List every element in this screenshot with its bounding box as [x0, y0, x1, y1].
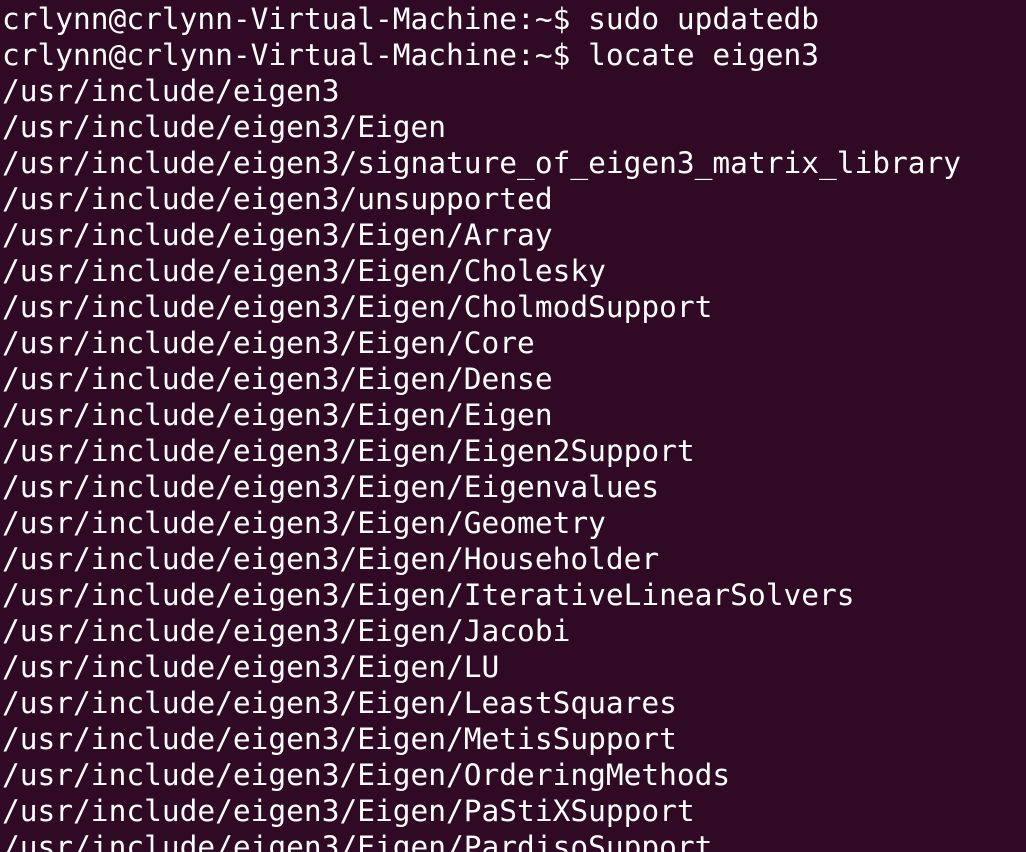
output-line: /usr/include/eigen3/Eigen — [2, 110, 447, 144]
output-line: /usr/include/eigen3/Eigen/Array — [2, 218, 553, 252]
output-line: /usr/include/eigen3/Eigen/LU — [2, 650, 500, 684]
shell-prompt: crlynn@crlynn-Virtual-Machine:~$ — [2, 38, 589, 72]
output-line: /usr/include/eigen3 — [2, 74, 340, 108]
output-line: /usr/include/eigen3/Eigen/Householder — [2, 542, 660, 576]
output-line: /usr/include/eigen3/Eigen/Core — [2, 326, 535, 360]
terminal-window[interactable]: crlynn@crlynn-Virtual-Machine:~$ sudo up… — [0, 0, 1026, 852]
output-line: /usr/include/eigen3/Eigen/Dense — [2, 362, 553, 396]
output-line: /usr/include/eigen3/Eigen/CholmodSupport — [2, 290, 713, 324]
output-line: /usr/include/eigen3/unsupported — [2, 182, 553, 216]
output-line: /usr/include/eigen3/Eigen/OrderingMethod… — [2, 758, 731, 792]
output-line: /usr/include/eigen3/Eigen/Eigen — [2, 398, 553, 432]
output-line: /usr/include/eigen3/Eigen/MetisSupport — [2, 722, 677, 756]
output-line: /usr/include/eigen3/Eigen/LeastSquares — [2, 686, 677, 720]
output-line: /usr/include/eigen3/Eigen/Cholesky — [2, 254, 606, 288]
output-line: /usr/include/eigen3/Eigen/IterativeLinea… — [2, 578, 855, 612]
shell-prompt: crlynn@crlynn-Virtual-Machine:~$ — [2, 2, 589, 36]
command-text: sudo updatedb — [588, 2, 819, 36]
output-line: /usr/include/eigen3/signature_of_eigen3_… — [2, 146, 962, 180]
output-line: /usr/include/eigen3/Eigen/Geometry — [2, 506, 606, 540]
command-line-2: crlynn@crlynn-Virtual-Machine:~$ locate … — [2, 37, 1026, 73]
output-line: /usr/include/eigen3/Eigen/PardisoSupport — [2, 830, 713, 852]
command-text: locate eigen3 — [588, 38, 819, 72]
output-line: /usr/include/eigen3/Eigen/Jacobi — [2, 614, 571, 648]
output-line: /usr/include/eigen3/Eigen/PaStiXSupport — [2, 794, 695, 828]
command-line-1: crlynn@crlynn-Virtual-Machine:~$ sudo up… — [2, 1, 1026, 37]
output-line: /usr/include/eigen3/Eigen/Eigen2Support — [2, 434, 695, 468]
output-line: /usr/include/eigen3/Eigen/Eigenvalues — [2, 470, 660, 504]
